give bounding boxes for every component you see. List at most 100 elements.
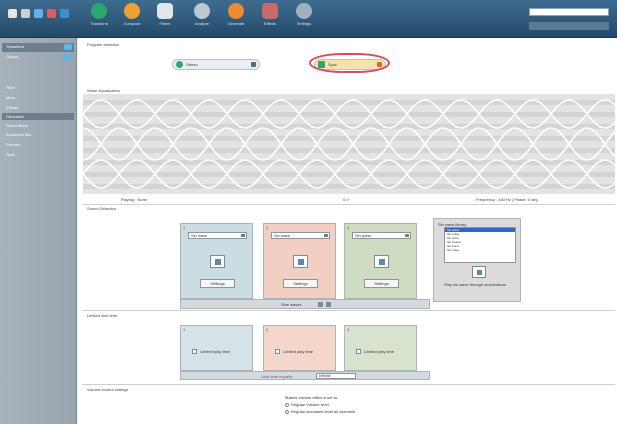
limits-section-title: Limited sine time [87, 313, 118, 318]
generate-button[interactable]: Generate [222, 3, 250, 35]
main-panel: Program selection Stereo Sync Wave visua… [78, 38, 617, 424]
divider [82, 310, 615, 311]
speaker-icon[interactable] [210, 255, 225, 268]
wave-type-select[interactable]: Sin wave [188, 232, 247, 239]
limit-card-1: 1 Limited play time [180, 325, 253, 371]
status-field [529, 22, 609, 30]
program-section-title: Program selection [87, 42, 120, 47]
wave-library-panel: Sin wave library Sin wave Sin pulse Sin … [433, 218, 521, 302]
globe-icon [91, 3, 107, 19]
stereo-label: Stereo [186, 62, 198, 67]
wave-line [83, 127, 615, 161]
radio-button[interactable] [285, 402, 289, 407]
analyze-button[interactable]: Analyze [188, 3, 216, 35]
compose-button[interactable]: Compose [118, 3, 146, 35]
checkbox-box[interactable] [275, 349, 280, 354]
sidebar-item-preview[interactable]: Preview [6, 142, 20, 148]
filters-button[interactable]: Filters [151, 3, 179, 35]
list-item[interactable]: Sin noise [445, 248, 515, 252]
checkbox-label: Limited play time [283, 349, 314, 354]
chart-icon[interactable] [326, 302, 331, 307]
wave-graph [83, 94, 615, 194]
stereo-knob-icon [251, 62, 256, 67]
volume-description-text: Master volume effect is set to: [285, 395, 339, 400]
wave-library-list[interactable]: Sin wave Sin pulse Sin chirp Sin sweep S… [444, 227, 516, 263]
divider [82, 204, 615, 205]
radio-label: Regular Volume level [291, 402, 329, 407]
sidebar-item-generator[interactable]: Generator [6, 114, 24, 120]
gear-icon [296, 3, 312, 19]
search-input[interactable] [529, 8, 609, 16]
expand-arrow-icon[interactable] [64, 54, 72, 60]
card-number: 3 [347, 327, 350, 332]
grid-band [83, 112, 615, 117]
speaker-icon[interactable] [374, 255, 389, 268]
volume-option-increased[interactable]: Regular increased level all channels [285, 409, 355, 414]
sidebar-item-output[interactable]: Output [6, 54, 18, 60]
playing-caption: Playing : None [121, 197, 148, 202]
window-controls [8, 9, 69, 18]
generate-icon [228, 3, 244, 19]
radio-button[interactable] [285, 409, 289, 414]
settings-button[interactable]: Settings [200, 279, 235, 288]
transform-button[interactable]: Transform [85, 3, 113, 35]
sound-section-title: Sound Selection [87, 206, 117, 211]
settings-button[interactable]: Settings [290, 3, 318, 35]
sound-card-1: 1 Sin wave Settings [180, 223, 253, 299]
limit-checkbox[interactable]: Limited play time [356, 349, 394, 354]
effects-icon [262, 3, 278, 19]
toolbar: Transform Compose Filters Analyze Genera… [0, 0, 617, 38]
checkbox-label: Limited play time [200, 349, 231, 354]
settings-button[interactable]: Settings [364, 279, 399, 288]
sidebar-item-mixer[interactable]: Mixer [6, 95, 16, 101]
volume-section-title: Volume control settings [87, 387, 129, 392]
magnifier-icon [194, 3, 210, 19]
effects-button[interactable]: Effects [256, 3, 284, 35]
limit-checkbox[interactable]: Limited play time [192, 349, 230, 354]
speaker-icon[interactable] [472, 266, 486, 278]
radio-label: Regular increased level all channels [291, 409, 356, 414]
playback-counter: 0 0 [343, 197, 349, 202]
limit-checkbox[interactable]: Limited play time [275, 349, 313, 354]
sidebar: Transform Output Filter Mixer Effects Ge… [0, 38, 77, 424]
sidebar-item-save[interactable]: Save [6, 152, 15, 158]
compose-icon [124, 3, 140, 19]
wave-type-select[interactable]: Sin wave [271, 232, 330, 239]
settings-button[interactable]: Settings [283, 279, 318, 288]
restore-icon[interactable] [21, 9, 30, 18]
sidebar-item-effects[interactable]: Effects [6, 105, 18, 111]
sidebar-item-advanced-mix[interactable]: Advanced Mix [6, 132, 31, 138]
grid-band [83, 172, 615, 177]
limit-time-select[interactable]: Infinite [316, 373, 356, 379]
sound-card-strip: Sine waves [180, 299, 430, 309]
divider [82, 384, 615, 385]
sidebar-item-sound-bank[interactable]: Sound Bank [6, 123, 28, 129]
filter-icon [157, 3, 173, 19]
card-number: 1 [183, 327, 186, 332]
checkbox-box[interactable] [192, 349, 197, 354]
card-number: 1 [183, 225, 186, 230]
app-window: Transform Compose Filters Analyze Genera… [0, 0, 617, 424]
limit-strip-label: Limit time equally: [261, 374, 294, 379]
sidebar-item-filter[interactable]: Filter [6, 85, 15, 91]
minimize-icon[interactable] [8, 9, 17, 18]
volume-option-regular[interactable]: Regular Volume level [285, 402, 329, 407]
stereo-toggle[interactable]: Stereo [172, 59, 260, 70]
frequency-caption: Frequency : 440 Hz | Phase: 0 deg [476, 197, 538, 202]
wave-type-select[interactable]: Sin pulse [352, 232, 411, 239]
close-icon[interactable] [47, 9, 56, 18]
sidebar-item-transform[interactable]: Transform [6, 44, 24, 50]
edit-icon[interactable] [318, 302, 323, 307]
card-number: 3 [347, 225, 350, 230]
highlight-callout [309, 53, 390, 73]
sound-card-3: 3 Sin pulse Settings [344, 223, 417, 299]
limit-card-2: 2 Limited play time [263, 325, 336, 371]
volume-description: Master volume effect is set to: [285, 395, 338, 400]
speaker-icon[interactable] [293, 255, 308, 268]
expand-arrow-icon[interactable] [64, 44, 72, 50]
library-note: Play sin wave through accelerators [444, 282, 507, 287]
checkbox-box[interactable] [356, 349, 361, 354]
wave-line [83, 127, 615, 161]
strip-label: Sine waves [281, 302, 302, 307]
maximize-icon[interactable] [34, 9, 43, 18]
